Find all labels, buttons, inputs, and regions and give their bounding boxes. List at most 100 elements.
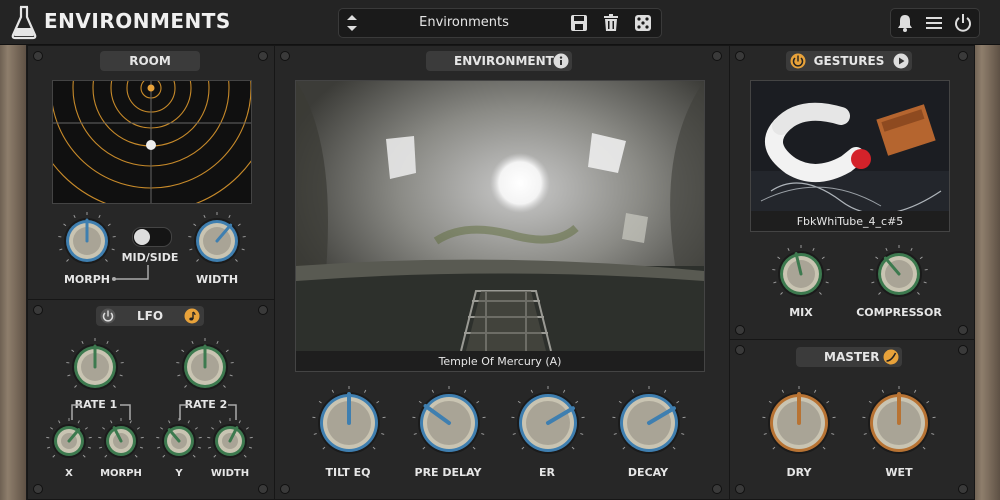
screw [958, 345, 968, 355]
gestures-title: GESTURES [813, 54, 885, 68]
master-curve-icon[interactable] [883, 349, 899, 365]
screw [280, 51, 290, 61]
screw [258, 484, 268, 494]
pre-delay-knob[interactable] [410, 384, 488, 466]
knob-graphic [207, 418, 253, 458]
dice-icon[interactable] [633, 13, 653, 33]
screw [258, 51, 268, 61]
knob-graphic [412, 386, 486, 454]
knob-graphic [66, 338, 124, 390]
flask-icon [11, 5, 37, 40]
knob-graphic [612, 386, 686, 454]
wet-label: WET [885, 466, 913, 479]
source-point[interactable] [147, 84, 155, 92]
lfo-x-knob[interactable] [44, 416, 94, 470]
mix-label: MIX [789, 306, 813, 319]
screw [735, 51, 745, 61]
knob-graphic [312, 386, 386, 454]
lfo-width-knob[interactable] [205, 416, 255, 470]
screw [258, 305, 268, 315]
er-label: ER [539, 466, 555, 479]
knob-graphic [58, 212, 116, 264]
lfo-power-icon[interactable] [100, 308, 116, 324]
morph-knob[interactable] [56, 210, 118, 276]
screw [735, 345, 745, 355]
lfo-x-label: X [65, 468, 73, 479]
screw [958, 325, 968, 335]
screw [33, 305, 43, 315]
save-icon[interactable] [569, 13, 589, 33]
temple-room-picture [296, 81, 704, 351]
environment-image[interactable] [295, 80, 705, 352]
preset-selector[interactable]: Environments [338, 8, 662, 38]
app-title: ENVIRONMENTS [44, 9, 231, 33]
lfo-title: LFO [136, 309, 164, 323]
dry-knob[interactable] [760, 384, 838, 466]
power-icon[interactable] [953, 13, 973, 33]
tilt-eq-label: TILT EQ [325, 466, 371, 479]
rate2-knob[interactable] [174, 336, 236, 402]
lfo-width-label: WIDTH [210, 468, 250, 479]
lfo-sync-icon[interactable] [184, 308, 200, 324]
mid-side-label: MID/SIDE [121, 251, 179, 264]
er-knob[interactable] [509, 384, 587, 466]
environment-title: ENVIRONMENT [454, 54, 554, 68]
trash-icon[interactable] [601, 13, 621, 33]
knob-graphic [772, 245, 830, 297]
preset-name[interactable]: Environments [369, 15, 559, 30]
dry-label: DRY [786, 466, 812, 479]
gestures-image[interactable] [750, 80, 950, 212]
room-rings-graphic [53, 81, 251, 203]
knob-graphic [46, 418, 92, 458]
compressor-knob[interactable] [868, 243, 930, 309]
screw [735, 325, 745, 335]
lfo-morph-knob[interactable] [96, 416, 146, 470]
mid-side-link-line [112, 265, 149, 281]
listener-point[interactable] [146, 140, 156, 150]
info-icon[interactable] [553, 53, 569, 69]
width-knob[interactable] [186, 210, 248, 276]
mid-side-toggle[interactable] [132, 227, 172, 247]
screw [712, 51, 722, 61]
rate1-knob[interactable] [64, 336, 126, 402]
gestures-power-icon[interactable] [790, 53, 806, 69]
screw [958, 484, 968, 494]
gestures-caption: FbkWhiTube_4_c#5 [750, 211, 950, 232]
tube-device-picture [751, 81, 949, 211]
environment-caption: Temple Of Mercury (A) [295, 351, 705, 372]
knob-graphic [870, 245, 928, 297]
width-label: WIDTH [195, 273, 239, 286]
screw [280, 484, 290, 494]
global-controls [890, 8, 980, 38]
lfo-y-knob[interactable] [154, 416, 204, 470]
environment-title-bar: ENVIRONMENT [426, 51, 572, 71]
top-bar: ENVIRONMENTS Environments [0, 0, 1000, 45]
menu-icon[interactable] [924, 13, 944, 33]
wood-side-right [974, 45, 1000, 500]
knob-graphic [98, 418, 144, 458]
screw [712, 484, 722, 494]
mix-knob[interactable] [770, 243, 832, 309]
screw [958, 51, 968, 61]
decay-knob[interactable] [610, 384, 688, 466]
lfo-morph-label: MORPH [100, 468, 142, 479]
compressor-label: COMPRESSOR [856, 306, 942, 319]
tilt-eq-knob[interactable] [310, 384, 388, 466]
knob-graphic [862, 386, 936, 454]
knob-graphic [176, 338, 234, 390]
screw [33, 51, 43, 61]
pre-delay-label: PRE DELAY [414, 466, 482, 479]
toggle-thumb [134, 229, 150, 245]
gestures-play-icon[interactable] [893, 53, 909, 69]
bell-icon[interactable] [895, 13, 915, 33]
decay-label: DECAY [627, 466, 669, 479]
screw [735, 484, 745, 494]
room-xy-pad[interactable] [52, 80, 252, 204]
wet-knob[interactable] [860, 384, 938, 466]
preset-prev-next-icon[interactable] [345, 11, 359, 35]
knob-graphic [156, 418, 202, 458]
knob-graphic [511, 386, 585, 454]
master-title: MASTER [824, 350, 880, 364]
room-title: ROOM [100, 51, 200, 71]
screw [33, 484, 43, 494]
